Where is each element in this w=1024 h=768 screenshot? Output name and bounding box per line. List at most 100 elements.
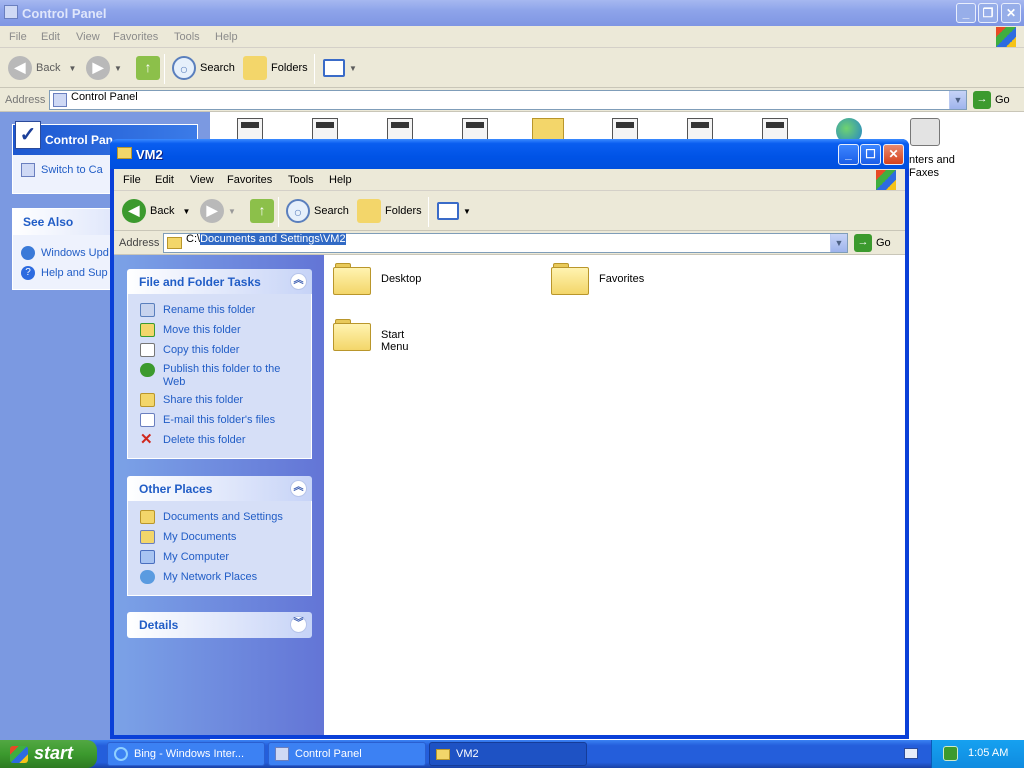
place-label: My Computer bbox=[163, 551, 230, 563]
views-icon bbox=[323, 59, 345, 78]
cp-printers-label: nters and bbox=[909, 154, 955, 166]
explorer-title: VM2 bbox=[136, 147, 163, 162]
cp-back-button[interactable]: ◀ Back ▼ bbox=[8, 56, 76, 81]
cp-address-input[interactable]: Control Panel ▼ bbox=[49, 90, 967, 110]
task-label: E-mail this folder's files bbox=[163, 414, 276, 426]
place-documents-settings[interactable]: Documents and Settings bbox=[140, 507, 311, 527]
menu-tools[interactable]: Tools bbox=[288, 174, 314, 186]
network-places-icon bbox=[140, 570, 155, 584]
folders-button[interactable]: Folders bbox=[357, 199, 422, 224]
cp-folders-button[interactable]: Folders bbox=[243, 56, 308, 81]
taskbar-item-vm2[interactable]: VM2 bbox=[429, 742, 587, 766]
cp-switch-view-label: Switch to Ca bbox=[41, 163, 103, 176]
other-places-header[interactable]: Other Places ︽ bbox=[127, 476, 312, 501]
start-label: start bbox=[34, 743, 74, 763]
folder-icon bbox=[140, 510, 155, 524]
views-button[interactable]: ▼ bbox=[437, 199, 471, 223]
forward-arrow-icon: ▶ bbox=[86, 56, 110, 81]
cp-menu-file[interactable]: File bbox=[9, 31, 27, 43]
cp-views-button[interactable]: ▼ bbox=[323, 56, 357, 80]
cp-menu-edit[interactable]: Edit bbox=[41, 31, 60, 43]
printer-icon[interactable] bbox=[910, 118, 940, 146]
switch-view-icon bbox=[21, 163, 35, 177]
task-rename-folder[interactable]: Rename this folder bbox=[140, 300, 311, 320]
control-panel-title: Control Panel bbox=[22, 6, 107, 21]
back-button[interactable]: ◀ Back ▼ bbox=[122, 199, 190, 224]
expand-chevron-icon[interactable]: ︾ bbox=[290, 616, 307, 633]
cp-go-button[interactable]: → Go bbox=[973, 91, 1010, 109]
explorer-menubar: File Edit View Favorites Tools Help bbox=[114, 169, 905, 191]
task-publish-folder[interactable]: Publish this folder to the Web bbox=[140, 360, 311, 390]
control-panel-icon bbox=[275, 747, 289, 761]
cp-menu-help[interactable]: Help bbox=[215, 31, 238, 43]
menu-favorites[interactable]: Favorites bbox=[227, 174, 272, 186]
menu-edit[interactable]: Edit bbox=[155, 174, 174, 186]
place-my-network[interactable]: My Network Places bbox=[140, 567, 311, 587]
cp-menubar: File Edit View Favorites Tools Help bbox=[0, 26, 1024, 48]
file-folder-tasks-header[interactable]: File and Folder Tasks ︽ bbox=[127, 269, 312, 294]
task-move-folder[interactable]: Move this folder bbox=[140, 320, 311, 340]
taskbar-item-bing[interactable]: Bing - Windows Inter... bbox=[107, 742, 265, 766]
cp-toolbar: ◀ Back ▼ ▶ ▼ ↑ ○ Search Folders ▼ bbox=[0, 48, 1024, 88]
network-tray-icon[interactable] bbox=[943, 746, 958, 761]
up-button[interactable]: ↑ bbox=[250, 199, 278, 224]
my-documents-icon bbox=[140, 530, 155, 544]
address-dropdown[interactable]: ▼ bbox=[830, 234, 847, 252]
delete-x-icon: ✕ bbox=[140, 431, 153, 448]
cp-menu-view[interactable]: View bbox=[76, 31, 100, 43]
cp-close-button[interactable]: ✕ bbox=[1001, 3, 1021, 23]
cp-menu-tools[interactable]: Tools bbox=[174, 31, 200, 43]
clock[interactable]: 1:05 AM bbox=[968, 747, 1008, 759]
cp-maximize-button[interactable]: ❐ bbox=[978, 3, 998, 23]
address-input[interactable]: C:\Documents and Settings\VM2 ▼ bbox=[163, 233, 848, 253]
taskbar: start Bing - Windows Inter... Control Pa… bbox=[0, 740, 1024, 768]
cp-panel-title: Control Pan bbox=[45, 133, 113, 147]
folder-label: Favorites bbox=[599, 273, 645, 285]
address-label: Address bbox=[119, 237, 160, 249]
place-my-computer[interactable]: My Computer bbox=[140, 547, 311, 567]
place-label: My Network Places bbox=[163, 571, 258, 583]
minimize-button[interactable]: _ bbox=[838, 144, 859, 165]
menu-file[interactable]: File bbox=[123, 174, 141, 186]
collapse-chevron-icon[interactable]: ︽ bbox=[290, 480, 307, 497]
details-panel: Details ︾ bbox=[127, 612, 312, 638]
cp-see-also-item: Help and Sup bbox=[41, 267, 108, 279]
task-email-files[interactable]: E-mail this folder's files bbox=[140, 410, 311, 430]
details-title: Details bbox=[139, 618, 179, 632]
folder-icon bbox=[333, 319, 371, 351]
cp-windows-logo-icon bbox=[996, 27, 1016, 47]
details-header[interactable]: Details ︾ bbox=[127, 612, 312, 638]
taskbar-item-control-panel[interactable]: Control Panel bbox=[268, 742, 426, 766]
explorer-titlebar[interactable]: VM2 _ ☐ ✕ bbox=[110, 139, 909, 169]
keyboard-icon[interactable] bbox=[904, 748, 918, 759]
task-label: Copy this folder bbox=[163, 344, 240, 356]
folder-icon bbox=[167, 237, 182, 249]
menu-help[interactable]: Help bbox=[329, 174, 352, 186]
collapse-chevron-icon[interactable]: ︽ bbox=[290, 273, 307, 290]
address-selected-text: Documents and Settings\VM2 bbox=[200, 233, 346, 246]
place-label: My Documents bbox=[163, 531, 237, 543]
task-copy-folder[interactable]: Copy this folder bbox=[140, 340, 311, 360]
start-button[interactable]: start bbox=[0, 740, 97, 768]
place-my-documents[interactable]: My Documents bbox=[140, 527, 311, 547]
search-button[interactable]: ○ Search bbox=[286, 199, 349, 224]
system-tray: 1:05 AM bbox=[931, 740, 1024, 768]
share-icon bbox=[140, 393, 155, 407]
cp-search-button[interactable]: ○ Search bbox=[172, 56, 235, 81]
cp-menu-favorites[interactable]: Favorites bbox=[113, 31, 158, 43]
cp-address-dropdown[interactable]: ▼ bbox=[949, 91, 966, 109]
my-computer-icon bbox=[140, 550, 155, 564]
close-button[interactable]: ✕ bbox=[883, 144, 904, 165]
menu-view[interactable]: View bbox=[190, 174, 214, 186]
task-delete-folder[interactable]: ✕ Delete this folder bbox=[140, 430, 311, 450]
cp-minimize-button[interactable]: _ bbox=[956, 3, 976, 23]
folder-label: Desktop bbox=[381, 273, 422, 285]
forward-button[interactable]: ▶ ▼ bbox=[200, 199, 236, 224]
cp-forward-button[interactable]: ▶ ▼ bbox=[86, 56, 122, 81]
control-panel-titlebar[interactable]: Control Panel _ ❐ ✕ bbox=[0, 0, 1024, 26]
go-button[interactable]: → Go bbox=[854, 234, 891, 252]
task-pane: File and Folder Tasks ︽ Rename this folde… bbox=[114, 255, 324, 735]
cp-up-button[interactable]: ↑ bbox=[136, 56, 164, 81]
task-share-folder[interactable]: Share this folder bbox=[140, 390, 311, 410]
maximize-button[interactable]: ☐ bbox=[860, 144, 881, 165]
